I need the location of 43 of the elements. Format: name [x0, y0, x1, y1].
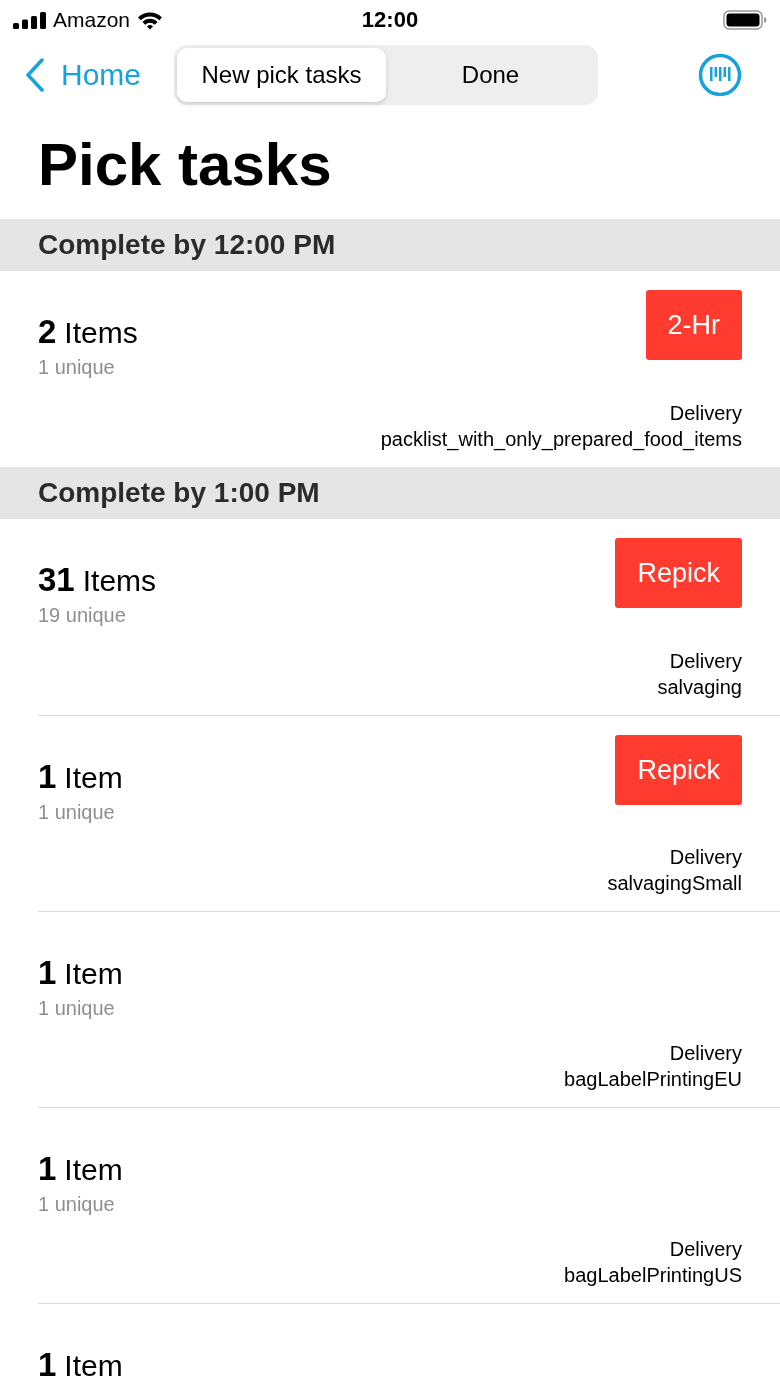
item-count: 1 — [38, 956, 57, 989]
task-tag: Repick — [615, 538, 742, 608]
back-chevron-icon — [25, 58, 45, 92]
wifi-icon — [137, 10, 164, 30]
barcode-icon — [698, 53, 742, 97]
barcode-scan-button[interactable] — [698, 53, 742, 97]
packlist-name: bagLabelPrintingUS — [564, 1263, 742, 1288]
segment-tab[interactable]: New pick tasks — [177, 48, 387, 102]
item-count: 31 — [38, 563, 75, 596]
packlist-name: salvaging — [657, 675, 742, 700]
unique-count: 1 unique — [38, 355, 116, 379]
item-unit: Item — [64, 763, 123, 793]
item-unit: Item — [64, 1351, 123, 1381]
unique-count: 1 unique — [38, 800, 116, 824]
packlist-name: salvagingSmall — [607, 871, 742, 896]
delivery-type: Delivery — [669, 1041, 742, 1066]
task-tag: Repick — [615, 735, 742, 805]
item-unit: Items — [64, 318, 138, 348]
section-header: Complete by 1:00 PM — [0, 467, 780, 519]
item-count: 2 — [38, 315, 57, 348]
signal-icon — [13, 11, 46, 29]
section-header: Complete by 12:00 PM — [0, 219, 780, 271]
packlist-name: bagLabelPrintingEU — [564, 1067, 742, 1092]
delivery-type: Delivery — [669, 401, 742, 426]
status-time: 12:00 — [361, 8, 419, 32]
delivery-type: Delivery — [669, 1237, 742, 1262]
carrier-name: Amazon — [53, 8, 131, 32]
page-title: Pick tasks — [38, 129, 332, 200]
delivery-type: Delivery — [669, 845, 742, 870]
item-count: 1 — [38, 1348, 57, 1381]
battery-icon — [723, 10, 767, 30]
item-count: 1 — [38, 760, 57, 793]
item-unit: Item — [64, 959, 123, 989]
unique-count: 1 unique — [38, 1192, 116, 1216]
unique-count: 1 unique — [38, 996, 116, 1020]
delivery-type: Delivery — [669, 649, 742, 674]
packlist-name: packlist_with_only_prepared_food_items — [380, 427, 742, 452]
task-tag: 2-Hr — [645, 290, 742, 360]
unique-count: 19 unique — [38, 603, 127, 627]
item-unit: Items — [82, 566, 157, 596]
item-unit: Item — [64, 1155, 123, 1185]
item-count: 1 — [38, 1152, 57, 1185]
segment-tab[interactable]: Done — [386, 48, 596, 102]
